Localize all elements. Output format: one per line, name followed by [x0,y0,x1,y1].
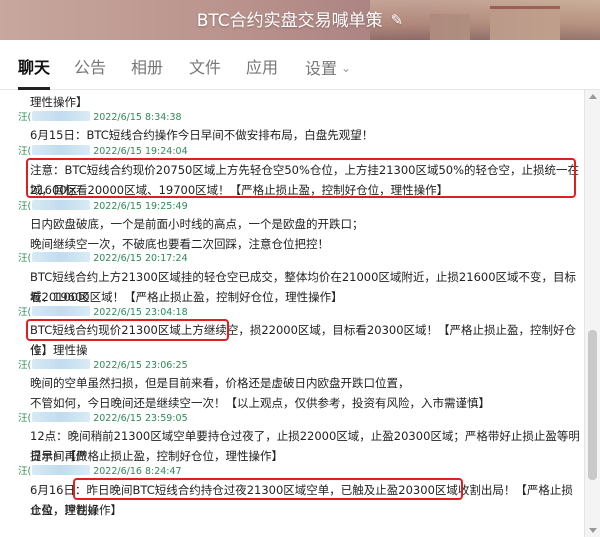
window-title: BTC合约实盘交易喊单策 ✎ [0,0,600,40]
message-meta: 汪( 2022/6/15 23:04:18 [18,306,584,320]
message-time: 2022/6/15 23:59:05 [93,413,188,424]
message-text: 6月15日：BTC短线合约操作今日早间不做安排布局，白盘先观望！ [30,128,374,142]
tab-album[interactable]: 相册 [131,40,163,90]
message-time: 2022/6/15 23:04:18 [93,307,188,318]
pencil-icon[interactable]: ✎ [391,0,404,40]
redacted-name [32,145,91,155]
message-time: 2022/6/15 8:34:38 [93,112,182,123]
message-meta: 汪( 2022/6/16 8:24:47 [18,465,584,479]
tab-announcement[interactable]: 公告 [74,40,106,90]
chevron-down-icon: ⌄ [341,61,352,75]
message-time: 2022/6/15 19:24:04 [93,146,188,157]
redacted-name [32,200,91,210]
message-text: 域，目标看20000区域、19700区域！【严格止损止盈，控制好仓位，理性操作】 [30,183,449,197]
scrollbar-thumb[interactable] [588,330,597,480]
sender-name[interactable]: 汪( [18,360,31,371]
message-time: 2022/6/15 23:06:25 [93,360,188,371]
message-meta: 汪( 2022/6/15 19:25:49 [18,200,584,214]
redacted-name [32,306,91,316]
message-time: 2022/6/16 8:24:47 [93,466,182,477]
message-meta: 汪( 2022/6/15 20:17:24 [18,252,584,266]
sender-name[interactable]: 汪( [18,413,31,424]
message-text: 晚间继续空一次，不破底也要看二次回踩，注意仓位把控！ [30,237,329,251]
message-text: 提示！【严格止损止盈，控制好仓位，理性操作】 [30,449,283,463]
sender-name[interactable]: 汪( [18,201,31,212]
message-text: 作】 [30,343,53,357]
message-meta: 汪( 2022/6/15 8:34:38 [18,111,584,125]
message-meta: 汪( 2022/6/15 19:24:04 [18,145,584,159]
redacted-name [32,252,91,262]
chat-message-list[interactable]: 理性操作】 汪( 2022/6/15 8:34:38 6月15日：BTC短线合约操… [0,90,584,537]
sender-name[interactable]: 汪( [18,307,31,318]
message-text: 晚间的空单虽然扫损，但是目前来看，价格还是虚破日内欧盘开跌口位置， [30,376,410,390]
tab-settings[interactable]: 设置 ⌄ [305,40,351,90]
message-text: 不管如何，今日晚间还是继续空一次！【以上观点，仅供参考，投资有风险，入市需谨慎】 [30,396,490,410]
tab-files[interactable]: 文件 [189,40,221,90]
scroll-down-arrow-icon[interactable] [589,528,597,533]
group-name: BTC合约实盘交易喊单策 [196,11,383,31]
message-meta: 汪( 2022/6/15 23:59:05 [18,412,584,426]
message-text: 仓位，理性操作】 [30,503,122,517]
message-time: 2022/6/15 19:25:49 [93,201,188,212]
tab-chat[interactable]: 聊天 [18,40,51,90]
message-time: 2022/6/15 20:17:24 [93,253,188,264]
scroll-up-arrow-icon[interactable] [589,94,597,99]
redacted-name [32,465,91,475]
message-text: 日内欧盘破底，一个是前面小时线的高点，一个是欧盘的开跌口； [30,217,364,231]
sender-name[interactable]: 汪( [18,253,31,264]
message-text: 域、19600区域！【严格止损止盈，控制好仓位，理性操作】 [30,290,343,304]
sender-name[interactable]: 汪( [18,466,31,477]
message-meta: 汪( 2022/6/15 23:06:25 [18,359,584,373]
redacted-name [32,111,91,121]
tab-bar: 聊天 公告 相册 文件 应用 设置 ⌄ [0,40,600,90]
redacted-name [32,359,91,369]
tab-apps[interactable]: 应用 [246,40,278,90]
sender-name[interactable]: 汪( [18,112,31,123]
scrollbar[interactable] [584,90,600,537]
message-text: 理性操作】 [30,95,88,109]
redacted-name [32,412,91,422]
window-header: BTC合约实盘交易喊单策 ✎ [0,0,600,40]
sender-name[interactable]: 汪( [18,146,31,157]
